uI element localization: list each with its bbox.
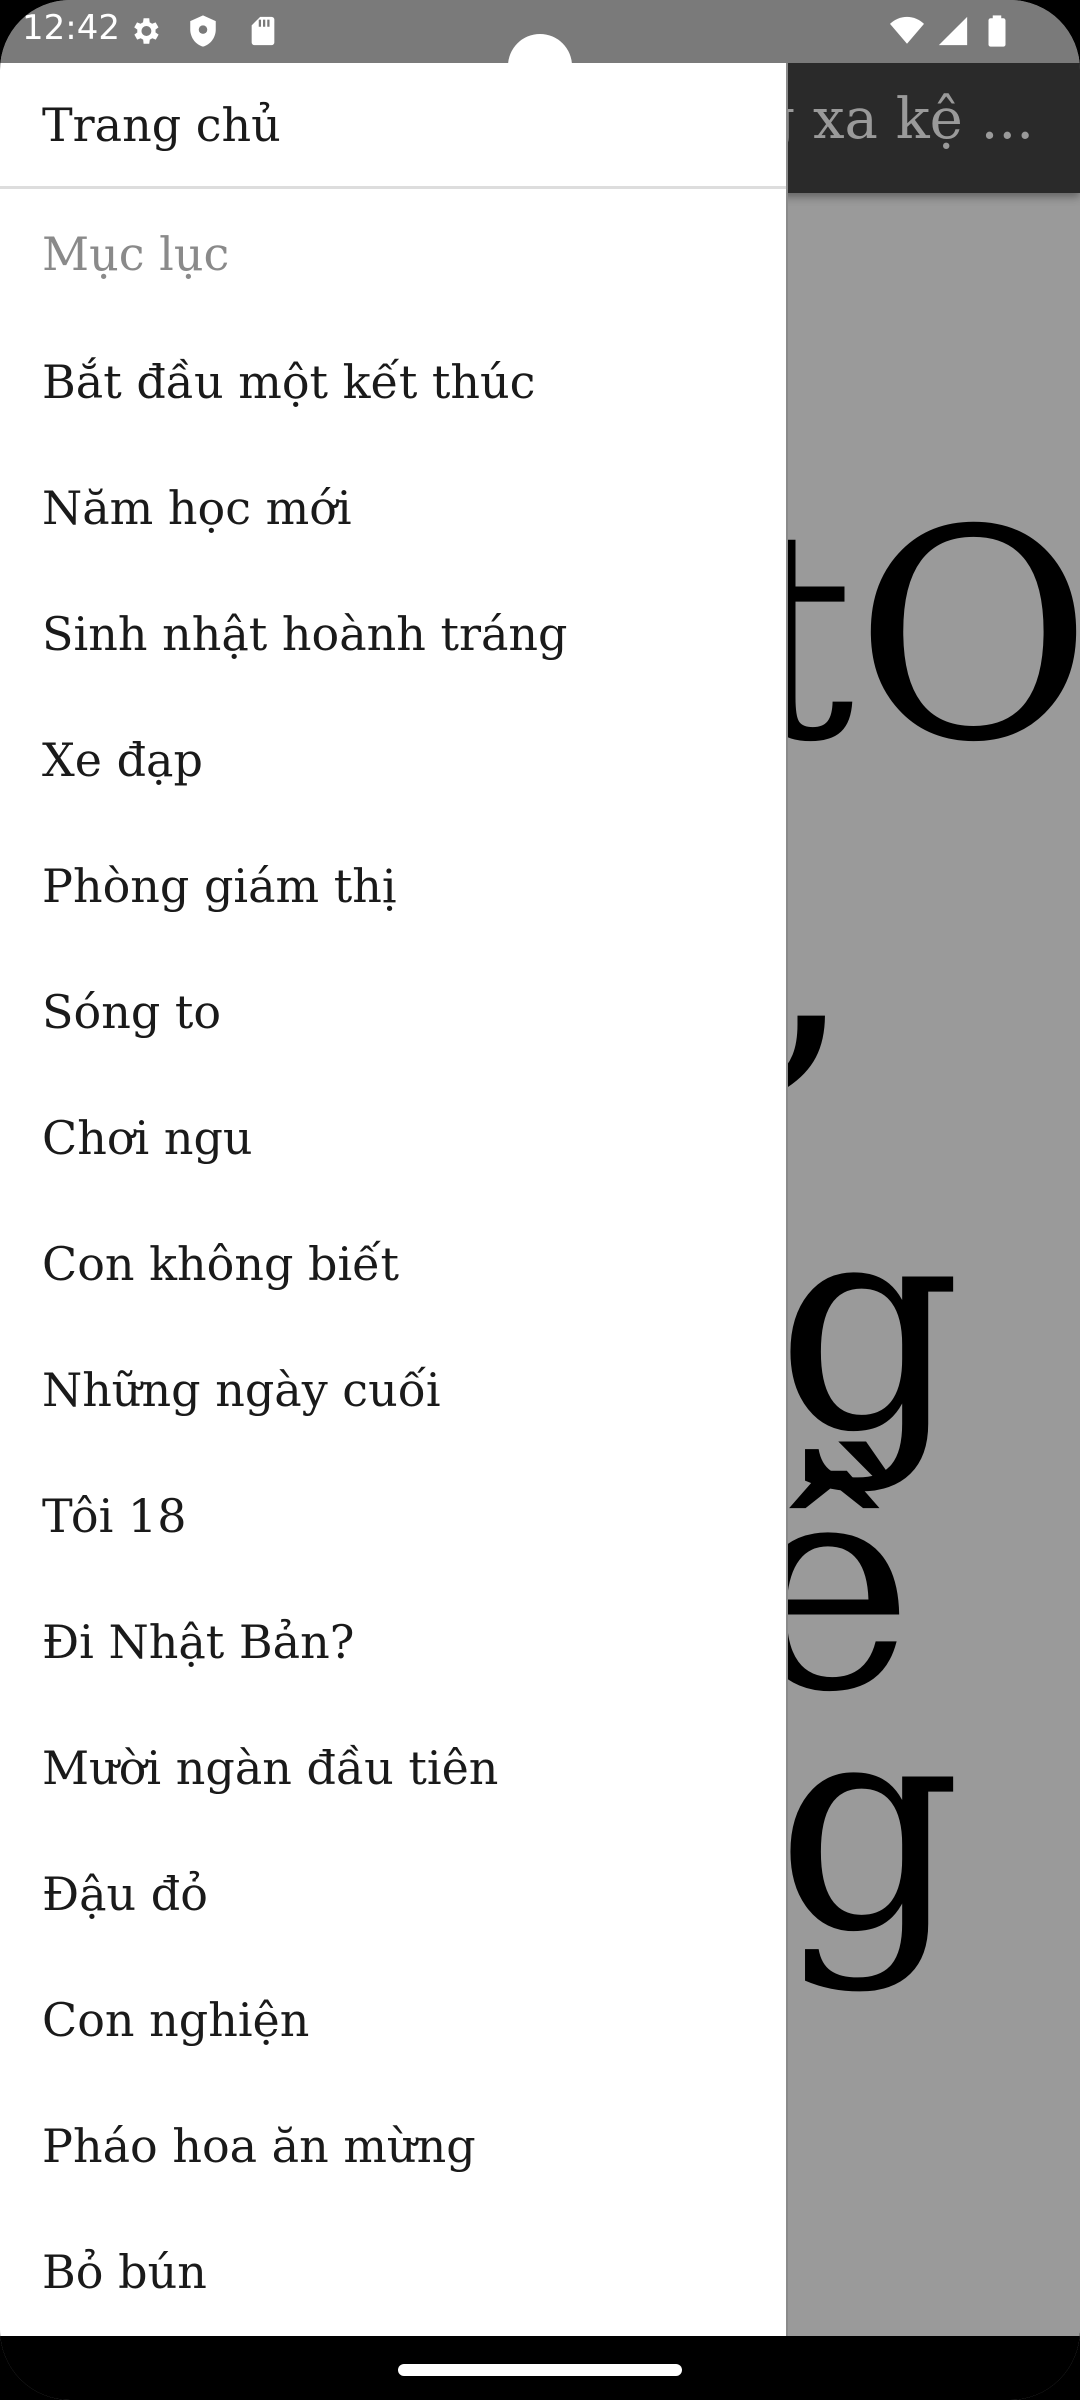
navigation-drawer: Trang chủ Mục lục Bắt đầu một kết thúc N… — [0, 63, 788, 2336]
sd-card-icon — [251, 16, 275, 46]
toc-item-label: Sinh nhật hoành tráng — [42, 607, 568, 661]
toc-item-label: Phòng giám thị — [42, 859, 397, 913]
toc-item-label: Pháo hoa ăn mừng — [42, 2119, 476, 2173]
toc-item[interactable]: Phòng giám thị — [0, 823, 786, 949]
toc-item[interactable]: Năm học mới — [0, 445, 786, 571]
toc-item-label: Năm học mới — [42, 481, 352, 535]
toc-item-label: Tôi 18 — [42, 1489, 187, 1543]
app-screen: 12:42 g xa kệ ... tO ’ g ề g Trang chủ M… — [0, 0, 1080, 2400]
toc-item[interactable]: Mười ngàn đầu tiên — [0, 1705, 786, 1831]
drawer-item-home[interactable]: Trang chủ — [0, 63, 786, 189]
toc-item-label: Xe đạp — [42, 733, 203, 787]
drawer-section-header: Mục lục — [42, 227, 230, 281]
toc-item-label: Bắt đầu một kết thúc — [42, 355, 536, 409]
toc-item-label: Mười ngàn đầu tiên — [42, 1741, 499, 1795]
navigation-bar — [0, 2336, 1080, 2400]
reader-title: g xa kệ ... — [759, 87, 1034, 152]
toc-item[interactable]: Con không biết — [0, 1201, 786, 1327]
toc-item-label: Những ngày cuối — [42, 1363, 441, 1417]
signal-icon — [938, 16, 968, 46]
toc-item[interactable]: Con nghiện — [0, 1957, 786, 2083]
status-time: 12:42 — [22, 8, 120, 48]
shield-icon — [190, 15, 216, 47]
toc-item[interactable]: Bỏ bún — [0, 2209, 786, 2335]
toc-item[interactable]: Sóng to — [0, 949, 786, 1075]
toc-item[interactable]: Đậu đỏ — [0, 1831, 786, 1957]
toc-item[interactable]: Những ngày cuối — [0, 1327, 786, 1453]
home-indicator[interactable] — [398, 2364, 682, 2376]
toc-item-label: Con không biết — [42, 1237, 399, 1291]
battery-icon — [988, 15, 1006, 47]
toc-item-label: Đi Nhật Bản? — [42, 1615, 355, 1669]
toc-item[interactable]: Pháo hoa ăn mừng — [0, 2083, 786, 2209]
toc-item[interactable]: Chơi ngu — [0, 1075, 786, 1201]
reader-text-fragment: tO — [738, 469, 1080, 806]
toc-item[interactable]: Tôi 18 — [0, 1453, 786, 1579]
camera-cutout — [508, 34, 572, 98]
toc-item-label: Bỏ bún — [42, 2245, 207, 2299]
drawer-home-label: Trang chủ — [42, 97, 281, 152]
toc-item[interactable]: Bắt đầu một kết thúc — [0, 319, 786, 445]
toc-item-label: Sóng to — [42, 985, 222, 1039]
wifi-icon — [890, 16, 924, 44]
toc-item[interactable]: Sinh nhật hoành tráng — [0, 571, 786, 697]
toc-item[interactable]: Đi Nhật Bản? — [0, 1579, 786, 1705]
toc-item-label: Con nghiện — [42, 1993, 310, 2047]
toc-item-label: Đậu đỏ — [42, 1867, 208, 1921]
toc-item[interactable]: Xe đạp — [0, 697, 786, 823]
gear-icon — [134, 18, 159, 44]
reader-text-fragment: g — [776, 1659, 962, 1996]
toc-item-label: Chơi ngu — [42, 1111, 253, 1165]
